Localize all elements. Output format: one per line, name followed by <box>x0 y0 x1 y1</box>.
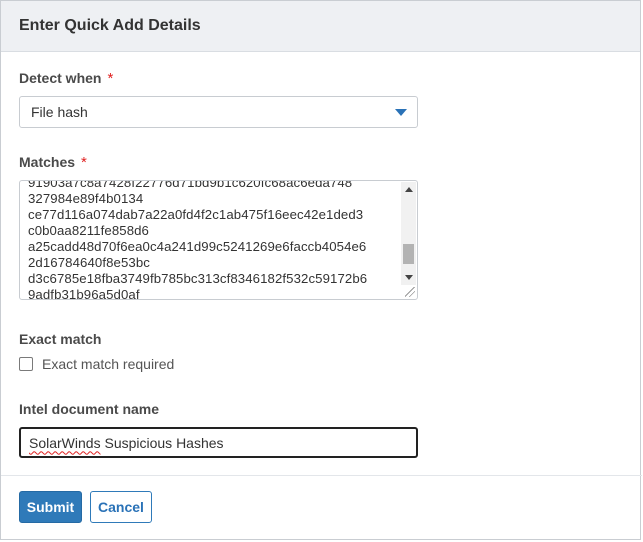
hash-line: ce77d116a074dab7a22a0fd4f2c1ab475f16eec4… <box>28 207 364 222</box>
detect-when-label-text: Detect when <box>19 70 102 86</box>
detect-when-selected-value: File hash <box>31 104 88 120</box>
exact-match-row[interactable]: Exact match required <box>19 356 174 372</box>
scroll-down-arrow-icon[interactable] <box>405 275 413 280</box>
resize-handle-icon[interactable] <box>405 287 415 297</box>
scroll-up-arrow-icon[interactable] <box>405 187 413 192</box>
hash-line: a25cadd48d70f6ea0c4a241d99c5241269e6facc… <box>28 239 367 254</box>
footer-divider <box>1 475 642 476</box>
misspelled-word: SolarWinds <box>29 434 101 451</box>
exact-match-label: Exact match <box>19 331 102 347</box>
chevron-down-icon[interactable] <box>395 109 407 116</box>
exact-match-checkbox[interactable] <box>19 357 33 371</box>
detect-when-select[interactable]: File hash <box>19 96 418 128</box>
dialog-title: Enter Quick Add Details <box>19 17 201 34</box>
hash-line: d3c6785e18fba3749fb785bc313cf8346182f532… <box>28 271 368 286</box>
matches-textarea[interactable]: 91903a7c8a7428f22776d71bd9b1c620fc68ac6e… <box>19 180 418 300</box>
hash-line: 327984e89f4b0134 <box>28 191 144 206</box>
dialog-header: Enter Quick Add Details <box>1 1 640 52</box>
hash-line: 91903a7c8a7428f22776d71bd9b1c620fc68ac6e… <box>28 180 353 190</box>
cancel-button[interactable]: Cancel <box>90 491 152 523</box>
exact-match-checkbox-label[interactable]: Exact match required <box>42 356 174 372</box>
intel-document-name-input[interactable]: SolarWinds Suspicious Hashes <box>19 427 418 458</box>
detect-when-label: Detect when * <box>19 70 113 87</box>
required-marker: * <box>107 70 114 87</box>
matches-label-text: Matches <box>19 154 76 170</box>
input-value-rest: Suspicious Hashes <box>100 434 224 451</box>
submit-button[interactable]: Submit <box>19 491 82 523</box>
matches-label: Matches * <box>19 154 87 171</box>
scrollbar-thumb[interactable] <box>403 244 414 264</box>
hash-line: c0b0aa8211fe858d6 <box>28 223 149 238</box>
hash-line: 9adfb31b96a5d0af <box>28 287 140 300</box>
quick-add-dialog: Enter Quick Add Details Detect when * Fil… <box>0 0 642 540</box>
matches-text: 91903a7c8a7428f22776d71bd9b1c620fc68ac6e… <box>28 180 398 300</box>
required-marker: * <box>81 154 87 171</box>
intel-document-label: Intel document name <box>19 401 160 417</box>
textarea-scrollbar[interactable] <box>401 182 416 285</box>
hash-line: 2d16784640f8e53bc <box>28 255 150 270</box>
